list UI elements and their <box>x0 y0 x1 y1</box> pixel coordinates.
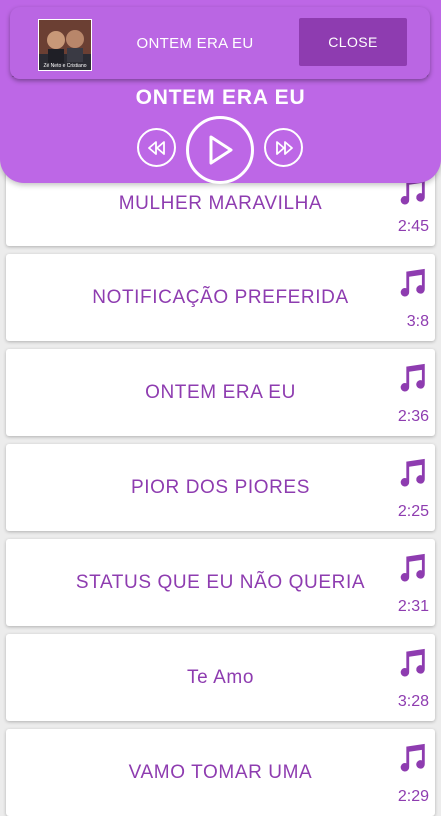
song-duration: 2:45 <box>397 218 429 235</box>
song-item[interactable]: ONTEM ERA EU 2:36 <box>6 349 435 436</box>
song-duration: 2:31 <box>397 598 429 615</box>
current-song-title: ONTEM ERA EU <box>135 86 306 109</box>
play-icon <box>209 135 233 165</box>
song-item[interactable]: PIOR DOS PIORES 2:25 <box>6 444 435 531</box>
play-button[interactable] <box>186 116 254 184</box>
thumbnail-caption: Zé Neto e Cristiano <box>43 63 86 69</box>
music-note-icon <box>395 551 429 585</box>
rewind-button[interactable] <box>137 128 176 167</box>
now-playing-bar: Zé Neto e Cristiano ONTEM ERA EU CLOSE <box>10 7 430 79</box>
song-item[interactable]: Te Amo 3:28 <box>6 634 435 721</box>
music-note-icon <box>395 361 429 395</box>
song-title: Te Amo <box>187 666 254 688</box>
music-note-icon <box>395 266 429 300</box>
song-title: PIOR DOS PIORES <box>131 476 310 498</box>
song-title: VAMO TOMAR UMA <box>128 761 313 783</box>
song-title: STATUS QUE EU NÃO QUERIA <box>75 571 366 593</box>
fast-forward-icon <box>275 140 293 155</box>
song-title: NOTIFICAÇÃO PREFERIDA <box>92 286 349 308</box>
rewind-icon <box>147 140 165 155</box>
song-duration: 3:28 <box>397 693 429 710</box>
player-panel: 2 5 Zé Neto e Cristiano ONTEM ERA EU CLO… <box>0 0 441 184</box>
song-title: ONTEM ERA EU <box>145 381 296 403</box>
music-note-icon <box>395 456 429 490</box>
song-item[interactable]: NOTIFICAÇÃO PREFERIDA 3:8 <box>6 254 435 341</box>
now-playing-title: ONTEM ERA EU <box>136 35 254 52</box>
song-item[interactable]: VAMO TOMAR UMA 2:29 <box>6 729 435 816</box>
fast-forward-button[interactable] <box>264 128 303 167</box>
song-duration: 2:25 <box>397 503 429 520</box>
album-thumbnail: Zé Neto e Cristiano <box>38 19 92 71</box>
song-duration: 2:29 <box>397 788 429 805</box>
song-duration: 3:8 <box>406 313 429 330</box>
song-item[interactable]: STATUS QUE EU NÃO QUERIA 2:31 <box>6 539 435 626</box>
song-duration: 2:36 <box>397 408 429 425</box>
music-note-icon <box>395 741 429 775</box>
music-note-icon <box>395 646 429 680</box>
close-button[interactable]: CLOSE <box>299 18 407 66</box>
